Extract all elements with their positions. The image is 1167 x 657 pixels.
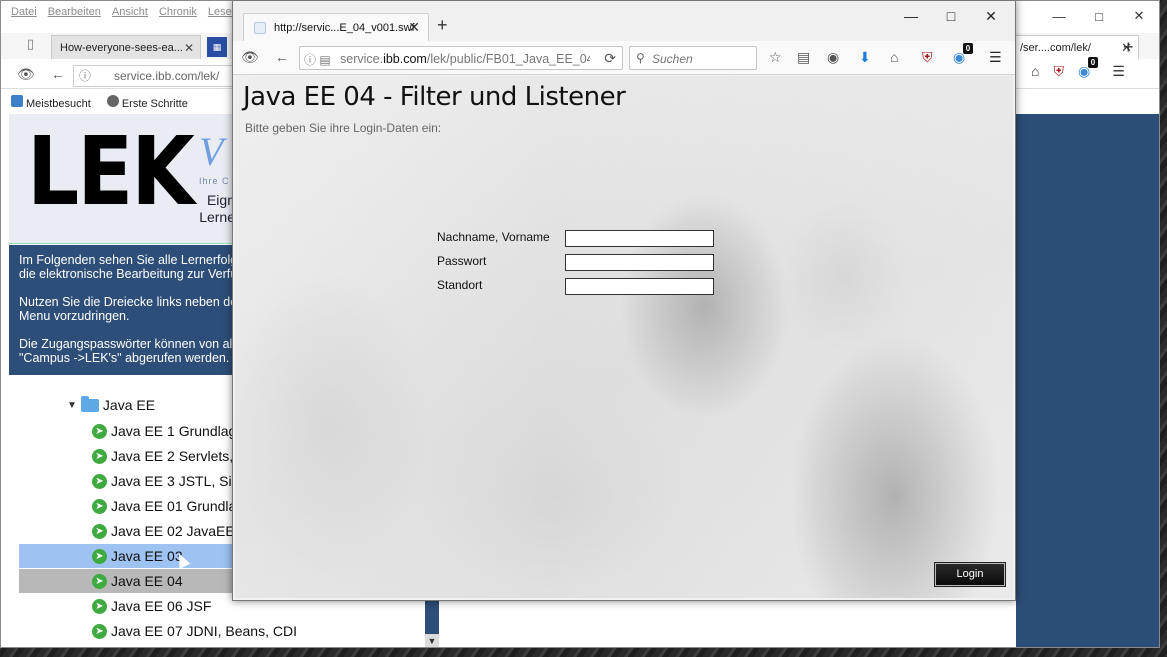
login-button[interactable]: Login bbox=[934, 562, 1006, 587]
menu-file[interactable]: Datei bbox=[11, 6, 37, 18]
reload-icon[interactable]: ⟳ bbox=[604, 50, 616, 67]
location-field[interactable] bbox=[565, 278, 714, 295]
password-field[interactable] bbox=[565, 254, 714, 271]
ublock-icon[interactable]: ⛨ bbox=[1053, 63, 1064, 80]
foreground-browser-window[interactable]: http://servic...E_04_v001.swf ✕ + — □ ✕ … bbox=[232, 0, 1016, 601]
background-url-bar[interactable]: ⓘ service.ibb.com/lek/ bbox=[73, 65, 233, 87]
tree-root-java-ee[interactable]: ▼ Java EE bbox=[67, 395, 156, 413]
hamburger-menu-icon[interactable]: ☰ bbox=[1112, 63, 1125, 80]
bookmark-folder-icon bbox=[11, 94, 23, 107]
maximize-button[interactable]: □ bbox=[931, 3, 971, 29]
name-row: Nachname, Vorname bbox=[437, 228, 737, 252]
go-arrow-icon: ➤ bbox=[92, 448, 107, 464]
password-row: Passwort bbox=[437, 252, 737, 276]
hamburger-menu-icon[interactable]: ☰ bbox=[989, 49, 1002, 66]
menu-history[interactable]: Chronik bbox=[159, 6, 197, 18]
go-arrow-icon: ➤ bbox=[92, 473, 107, 489]
collapse-triangle-icon[interactable]: ▼ bbox=[67, 400, 77, 411]
back-icon[interactable]: ← bbox=[51, 66, 65, 82]
flash-favicon-icon bbox=[254, 21, 266, 34]
minimize-button[interactable]: — bbox=[891, 3, 931, 29]
pinned-tab-icon[interactable]: ▯ bbox=[27, 36, 47, 58]
page-title: Java EE 04 - Filter und Listener bbox=[243, 82, 626, 112]
window-controls: — □ ✕ bbox=[891, 3, 1011, 29]
go-arrow-icon: ➤ bbox=[92, 548, 107, 564]
lek-logo-subtitle: Eign Lerne bbox=[199, 192, 235, 225]
tab-close-icon[interactable]: ✕ bbox=[184, 41, 194, 55]
foreground-title-bar: http://servic...E_04_v001.swf ✕ + — □ ✕ bbox=[233, 1, 1015, 41]
ublock-icon[interactable]: ⛨ bbox=[922, 49, 933, 66]
tree-item[interactable]: ➤ Java EE 07 JDNI, Beans, CDI bbox=[19, 619, 433, 643]
menu-edit[interactable]: Bearbeiten bbox=[48, 6, 101, 18]
lek-logo: LEK bbox=[27, 117, 195, 228]
password-label: Passwort bbox=[437, 254, 487, 268]
close-button[interactable]: ✕ bbox=[1119, 1, 1159, 31]
go-arrow-icon: ➤ bbox=[92, 623, 107, 639]
search-icon: ⚲ bbox=[636, 51, 645, 65]
home-icon[interactable]: ⌂ bbox=[1031, 63, 1039, 80]
go-arrow-icon: ➤ bbox=[92, 498, 107, 514]
bookmark-first-steps[interactable]: Erste Schritte bbox=[97, 94, 188, 110]
flash-content-area: Java EE 04 - Filter und Listener Bitte g… bbox=[235, 76, 1013, 598]
maximize-button[interactable]: □ bbox=[1079, 1, 1119, 31]
go-arrow-icon: ➤ bbox=[92, 573, 107, 589]
folder-icon bbox=[80, 395, 99, 412]
close-button[interactable]: ✕ bbox=[971, 3, 1011, 29]
back-icon[interactable]: ← bbox=[275, 49, 289, 65]
extension-badge: 0 bbox=[962, 43, 974, 54]
extension-badge: 0 bbox=[1087, 57, 1099, 68]
background-tab[interactable]: How-everyone-sees-ea... ✕ bbox=[51, 35, 201, 59]
background-tab-right[interactable]: /ser....com/lek/ ✕ bbox=[1015, 35, 1139, 59]
name-field[interactable] bbox=[565, 230, 714, 247]
name-label: Nachname, Vorname bbox=[437, 230, 550, 244]
go-arrow-icon: ➤ bbox=[92, 523, 107, 539]
lek-logo-accent: V bbox=[199, 129, 224, 174]
bookmark-star-icon[interactable]: ☆ bbox=[769, 49, 782, 66]
background-window-controls: — □ ✕ bbox=[1039, 1, 1159, 31]
url-text: service.ibb.com/lek/ bbox=[114, 69, 220, 83]
location-row: Standort bbox=[437, 276, 737, 300]
tab-title: /ser....com/lek/ bbox=[1020, 41, 1091, 54]
download-icon[interactable]: ⬇ bbox=[859, 49, 871, 66]
login-instructions: Bitte geben Sie ihre Login-Daten ein: bbox=[245, 121, 442, 135]
background-toolbar-right: ⌂ ⛨ ◉ 0 ☰ bbox=[1031, 57, 1125, 80]
info-icon[interactable]: ⓘ ▤ bbox=[304, 51, 331, 68]
go-arrow-icon: ➤ bbox=[92, 598, 107, 614]
url-bar[interactable]: ⓘ ▤ service.ibb.com/lek/public/FB01_Java… bbox=[299, 46, 623, 70]
active-tab[interactable]: http://servic...E_04_v001.swf ✕ bbox=[243, 13, 429, 41]
foreground-nav-bar: 👁 ← ⓘ ▤ service.ibb.com/lek/public/FB01_… bbox=[233, 41, 1015, 75]
tab-title: How-everyone-sees-ea... bbox=[60, 41, 183, 54]
info-icon: ⓘ bbox=[79, 69, 92, 83]
new-tab-button[interactable]: + bbox=[437, 15, 448, 36]
grid-favicon-icon[interactable]: ▦ bbox=[207, 37, 227, 57]
tree-root-label: Java EE bbox=[102, 397, 156, 413]
login-form: Nachname, Vorname Passwort Standort bbox=[437, 228, 737, 300]
scroll-down-arrow-icon[interactable]: ▼ bbox=[425, 634, 439, 647]
eye-icon[interactable]: 👁 bbox=[17, 66, 35, 83]
pocket-icon[interactable]: ◉ bbox=[827, 49, 839, 66]
globe-icon bbox=[106, 94, 119, 107]
page-background-right bbox=[1016, 114, 1159, 647]
go-arrow-icon: ➤ bbox=[92, 423, 107, 439]
reading-list-icon[interactable]: ▤ bbox=[797, 49, 810, 66]
menu-view[interactable]: Ansicht bbox=[112, 6, 148, 18]
minimize-button[interactable]: — bbox=[1039, 1, 1079, 31]
lek-logo-small: Ihre C bbox=[199, 176, 230, 186]
tab-title: http://servic...E_04_v001.swf bbox=[274, 21, 415, 34]
eye-icon[interactable]: 👁 bbox=[241, 49, 259, 66]
location-label: Standort bbox=[437, 278, 483, 292]
home-icon[interactable]: ⌂ bbox=[890, 49, 898, 65]
url-text: service.ibb.com/lek/public/FB01_Java_EE_… bbox=[340, 52, 590, 66]
search-box[interactable]: ⚲ Suchen bbox=[629, 46, 757, 70]
extension-icon[interactable]: ◉ 0 bbox=[953, 43, 974, 66]
extension-icon[interactable]: ◉ 0 bbox=[1078, 57, 1099, 80]
bookmark-most-visited[interactable]: Meistbesucht bbox=[11, 94, 91, 110]
search-placeholder: Suchen bbox=[652, 52, 693, 66]
new-tab-button[interactable]: + bbox=[1123, 37, 1134, 58]
tab-close-icon[interactable]: ✕ bbox=[408, 19, 420, 36]
